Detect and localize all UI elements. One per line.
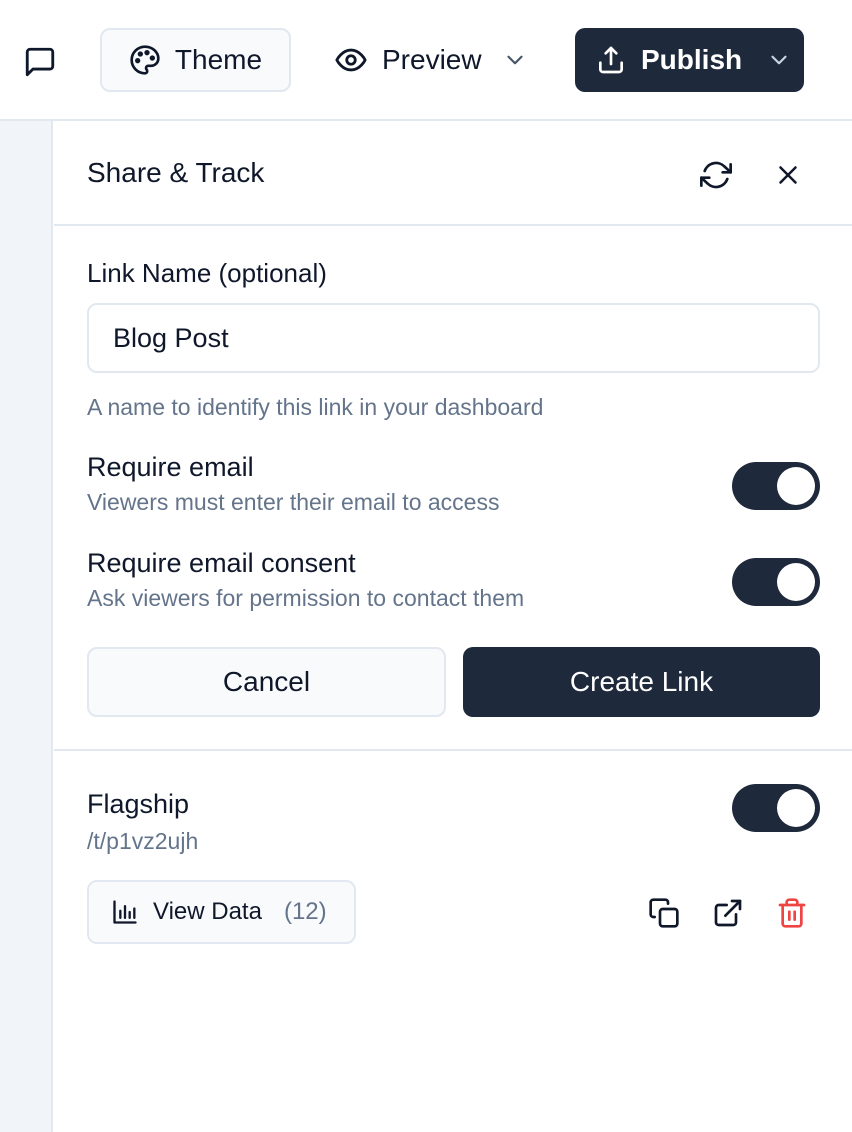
panel-header: Share & Track (54, 121, 852, 226)
copy-icon (649, 898, 679, 928)
eye-icon (335, 48, 367, 72)
link-enabled-toggle[interactable] (732, 784, 820, 832)
link-name-input[interactable] (87, 303, 820, 373)
theme-label: Theme (174, 44, 263, 75)
external-link-icon (714, 899, 742, 927)
toggle-knob (777, 467, 815, 505)
view-count: (12) (283, 898, 327, 925)
require-consent-title: Require email consent (87, 548, 356, 578)
palette-icon (130, 45, 160, 75)
trash-icon (778, 898, 806, 928)
link-name-label: Link Name (optional) (87, 258, 327, 288)
delete-link-button[interactable] (770, 891, 814, 935)
cancel-button[interactable]: Cancel (87, 647, 446, 717)
publish-label: Publish (641, 44, 743, 75)
chevron-down-icon[interactable] (502, 47, 528, 73)
upload-icon (599, 46, 623, 74)
open-link-button[interactable] (706, 891, 750, 935)
message-square-icon (25, 47, 55, 77)
left-rail (0, 121, 53, 1132)
require-consent-description: Ask viewers for permission to contact th… (87, 585, 525, 611)
toggle-knob (777, 563, 815, 601)
publish-button[interactable]: Publish (575, 28, 804, 92)
theme-button[interactable]: Theme (100, 28, 291, 92)
share-track-panel: Share & Track Link Name (optional) A nam… (54, 121, 852, 1132)
close-panel-button[interactable] (766, 153, 810, 197)
bar-chart-icon (113, 900, 137, 924)
comments-button[interactable] (18, 40, 62, 84)
view-data-label: View Data (153, 898, 262, 925)
refresh-icon (700, 161, 732, 189)
preview-label: Preview (382, 44, 482, 75)
require-email-title: Require email (87, 452, 254, 482)
require-consent-toggle[interactable] (732, 558, 820, 606)
toggle-knob (777, 789, 815, 827)
panel-title: Share & Track (87, 157, 265, 188)
refresh-button[interactable] (694, 153, 738, 197)
top-bar: Theme Preview Publish (0, 0, 852, 121)
chevron-down-icon[interactable] (766, 47, 792, 73)
close-icon (779, 166, 797, 184)
view-data-button[interactable]: View Data (12) (87, 880, 356, 944)
link-name: Flagship (87, 789, 190, 819)
create-link-button[interactable]: Create Link (463, 647, 820, 717)
require-email-toggle[interactable] (732, 462, 820, 510)
link-path: /t/p1vz2ujh (87, 828, 199, 854)
preview-button[interactable]: Preview (330, 28, 536, 92)
require-email-description: Viewers must enter their email to access (87, 489, 500, 515)
link-name-help: A name to identify this link in your das… (87, 394, 544, 420)
divider (54, 749, 852, 751)
copy-link-button[interactable] (642, 891, 686, 935)
